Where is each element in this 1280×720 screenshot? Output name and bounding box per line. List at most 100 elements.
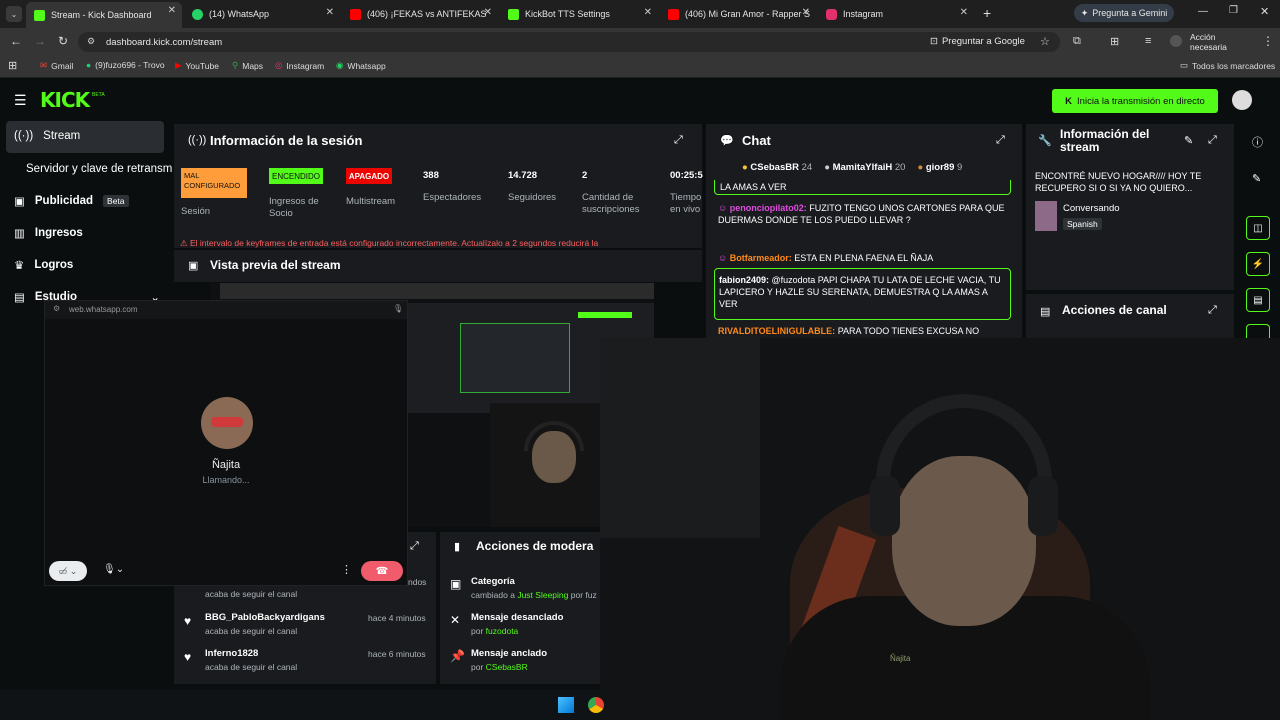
live-time-label: Tiempo en vivo <box>670 192 702 215</box>
hamburger-menu-icon[interactable]: ☰ <box>14 92 27 109</box>
tab-instagram[interactable]: Instagram ✕ <box>818 4 974 24</box>
bookmark-youtube[interactable]: ▶ YouTube <box>175 60 219 71</box>
close-icon[interactable]: ✕ <box>168 5 176 16</box>
rail-button-3[interactable]: ▤ <box>1246 288 1270 312</box>
close-icon[interactable]: ✕ <box>484 7 492 18</box>
profile-avatar[interactable] <box>1170 35 1182 47</box>
bookmark-trovo[interactable]: ● (9)fuzo696 - Trovo <box>86 60 165 70</box>
close-icon[interactable]: ✕ <box>802 7 810 18</box>
edit-icon[interactable]: ✎ <box>1252 172 1261 185</box>
maximize-icon[interactable]: ❐ <box>1229 5 1238 16</box>
wrench-icon: 🔧 <box>1038 135 1052 147</box>
rail-button-1[interactable]: ◫ <box>1246 216 1270 240</box>
action-needed-button[interactable]: Acción necesaria <box>1190 32 1254 52</box>
url-text[interactable]: dashboard.kick.com/stream <box>106 37 222 48</box>
follower-name[interactable]: BBG_PabloBackyardigans <box>205 612 325 623</box>
expand-icon[interactable]: ⤢ <box>674 134 683 147</box>
google-lens-button[interactable]: ⊡ Preguntar a Google <box>930 36 1025 47</box>
chat-message[interactable]: ☺ penonciopilato02: FUZITO TENGO UNOS CA… <box>718 202 1008 226</box>
bookmark-gmail[interactable]: ✉ Gmail <box>40 60 73 71</box>
media-icon[interactable]: ≡ <box>1145 35 1151 47</box>
go-live-button[interactable]: K Inicia la transmisión en directo <box>1052 89 1218 113</box>
microphone-button[interactable]: 🎙⌄ <box>103 564 124 575</box>
sidebar-item-ads[interactable]: ▣ Publicidad Beta <box>14 194 129 208</box>
user-avatar[interactable] <box>1232 90 1252 110</box>
trovo-icon: ● <box>86 60 92 70</box>
windows-start-icon[interactable] <box>558 697 574 713</box>
close-icon[interactable]: ✕ <box>326 7 334 18</box>
bookmark-star-icon[interactable]: ☆ <box>1040 35 1050 48</box>
sidebar-item-stream-label[interactable]: ((·)) Stream <box>14 130 80 142</box>
chat-message[interactable]: LA AMAS A VER <box>720 181 1010 193</box>
instagram-favicon-icon <box>826 8 837 20</box>
end-call-button[interactable]: ☎ <box>361 561 403 581</box>
more-options-icon[interactable]: ⋮ <box>341 563 352 576</box>
beta-badge: Beta <box>103 195 129 207</box>
bookmark-maps[interactable]: ⚲ Maps <box>232 60 263 71</box>
expand-icon[interactable]: ⤢ <box>996 134 1005 147</box>
tab-kick-dashboard[interactable]: Stream - Kick Dashboard ✕ <box>26 2 182 28</box>
top-user-1[interactable]: ● CSebasBR 24 <box>742 162 812 173</box>
minimize-icon[interactable]: — <box>1198 6 1208 17</box>
kick-favicon-icon <box>34 9 45 21</box>
tab-whatsapp[interactable]: (14) WhatsApp ✕ <box>184 4 340 24</box>
studio-icon: ▤ <box>14 292 25 304</box>
edit-pencil-icon[interactable]: ✎ <box>1184 134 1193 147</box>
whatsapp-call-window[interactable]: ⚙ web.whatsapp.com 🎙 Ñajita Llamando... … <box>44 300 408 586</box>
subscriptions-label: Cantidad de suscripciones <box>582 192 640 215</box>
more-menu-icon[interactable]: ⋮ <box>1262 34 1274 48</box>
back-icon[interactable]: ← <box>10 34 22 48</box>
chat-message[interactable]: fabion2409: @fuzodota PAPI CHAPA TU LATA… <box>719 274 1005 310</box>
stream-info-panel: 🔧 Información del stream ✎ ⤢ ENCONTRÉ NU… <box>1026 124 1234 290</box>
bookmark-instagram[interactable]: ◎ Instagram <box>275 60 324 71</box>
tab-kickbot-tts[interactable]: KickBot TTS Settings ✕ <box>500 4 658 24</box>
mod-action-title: Categoría <box>471 576 515 587</box>
apps-icon[interactable]: ⊞ <box>8 59 17 72</box>
webcam-shirt-text: Ñajita <box>890 654 911 663</box>
close-window-icon[interactable]: ✕ <box>1260 5 1269 18</box>
mic-indicator-icon: 🎙 <box>393 304 404 313</box>
session-info-icon: ((·)) <box>188 134 207 146</box>
top-user-2[interactable]: ● MamitaYIfaiH 20 <box>824 162 905 173</box>
chat-message[interactable]: ☺ Botfarmeador: ESTA EN PLENA FAENA EL Ñ… <box>718 252 1008 264</box>
info-icon[interactable]: ⓘ <box>1252 134 1263 150</box>
youtube-icon: ▶ <box>175 60 182 70</box>
expand-icon[interactable]: ⤢ <box>1208 134 1217 147</box>
new-tab-button[interactable]: + <box>983 5 991 21</box>
sidebar-item-income[interactable]: ▥ Ingresos <box>14 226 83 240</box>
chat-user-badge-icon: ☺ <box>718 253 728 263</box>
bookmark-whatsapp[interactable]: ◉ Whatsapp <box>336 60 386 71</box>
chat-message[interactable]: RIVALDITOELINIGULABLE: PARA TODO TIENES … <box>718 325 1008 336</box>
tab-search-icon[interactable]: ⌄ <box>6 6 22 22</box>
extensions-icon[interactable]: ⧉ <box>1073 35 1081 48</box>
rail-button-2[interactable]: ⚡ <box>1246 252 1270 276</box>
sidebar-item-server-key[interactable]: Servidor y clave de retransm <box>26 163 172 175</box>
forward-icon[interactable]: → <box>34 34 46 48</box>
tab-youtube-rapper[interactable]: (406) Mi Gran Amor - Rapper S ✕ <box>660 4 816 24</box>
gemini-button[interactable]: ✦ Pregunta a Gemini <box>1074 4 1174 22</box>
close-icon[interactable]: ✕ <box>960 7 968 18</box>
tab-youtube-fekas[interactable]: (406) ¡FEKAS vs ANTIFEKAS ✕ <box>342 4 498 24</box>
address-bar[interactable]: ⚙ dashboard.kick.com/stream ⊡ Preguntar a… <box>78 32 1060 52</box>
reload-icon[interactable]: ↻ <box>58 34 68 48</box>
mod-action-detail: por fuzodota <box>471 626 519 636</box>
preview-nested-browser <box>220 283 654 299</box>
mod-action-detail: por CSebasBR <box>471 662 528 672</box>
rail-button-4[interactable] <box>1246 324 1270 338</box>
screenshot-icon[interactable]: ⊞ <box>1110 35 1119 48</box>
chrome-taskbar-icon[interactable] <box>588 697 604 713</box>
top-user-3[interactable]: ● gior89 9 <box>917 162 962 173</box>
expand-icon[interactable]: ⤢ <box>1208 304 1217 317</box>
trophy-icon: ♛ <box>14 260 25 272</box>
site-info-icon[interactable]: ⚙ <box>87 36 95 47</box>
follower-name[interactable]: Inferno1828 <box>205 648 258 659</box>
camera-toggle-button[interactable]: ▭̸ ⌄ <box>49 561 87 581</box>
close-icon[interactable]: ✕ <box>644 7 652 18</box>
expand-icon[interactable]: ⤢ <box>410 540 419 553</box>
all-bookmarks[interactable]: ▭ Todos los marcadores <box>1180 60 1275 71</box>
kick-logo[interactable]: KICK <box>40 88 90 112</box>
follower-subtext: acaba de seguir el canal <box>205 662 298 672</box>
sidebar-item-achievements[interactable]: ♛ Logros <box>14 258 73 272</box>
category-name[interactable]: Conversando <box>1063 203 1120 214</box>
channel-actions-title: Acciones de canal <box>1062 303 1167 317</box>
